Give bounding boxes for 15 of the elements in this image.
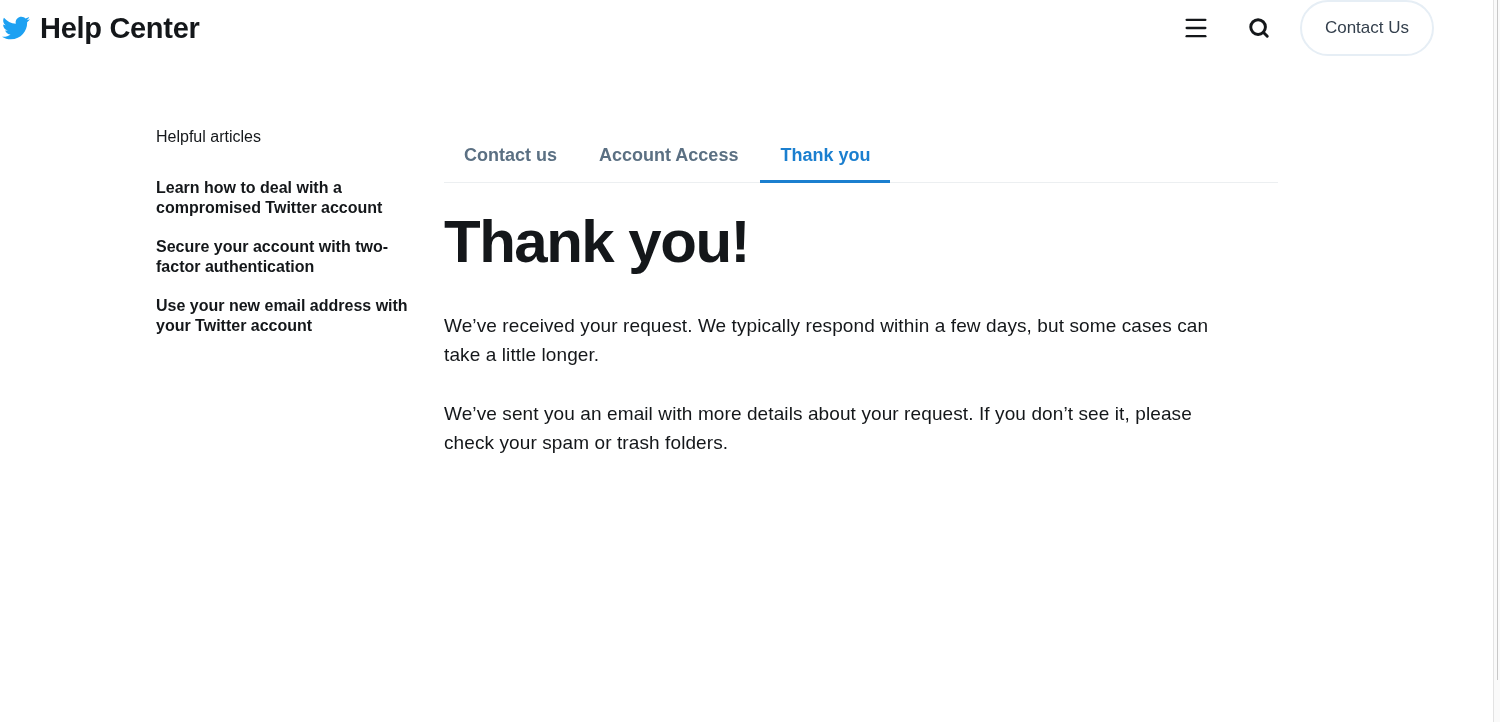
message-paragraph: We’ve received your request. We typically respond within a few days, but some cases can take a little longer.: [444, 314, 1210, 367]
bird-logo-icon[interactable]: [0, 14, 32, 42]
page-heading: Thank you!: [444, 212, 750, 272]
article-link[interactable]: Secure your account with two-factor authentication: [156, 237, 418, 277]
tab[interactable]: Account Access: [579, 131, 759, 183]
search-icon[interactable]: [1247, 17, 1270, 39]
article-link[interactable]: Learn how to deal with a compromised Twitter account: [156, 178, 418, 218]
scrollbar[interactable]: [1493, 0, 1500, 722]
contact-us-button[interactable]: Contact Us: [1299, 0, 1434, 56]
sidebar-heading: Helpful articles: [156, 127, 262, 147]
article-link[interactable]: Use your new email address with your Twitter account: [156, 296, 418, 336]
tab[interactable]: Thank you: [760, 131, 891, 183]
tab[interactable]: Contact us: [444, 131, 577, 183]
message-paragraph: We’ve sent you an email with more details about your request. If you don’t see it, please check your spam or trash folders.: [444, 402, 1193, 455]
site-title[interactable]: Help Center: [40, 13, 200, 43]
